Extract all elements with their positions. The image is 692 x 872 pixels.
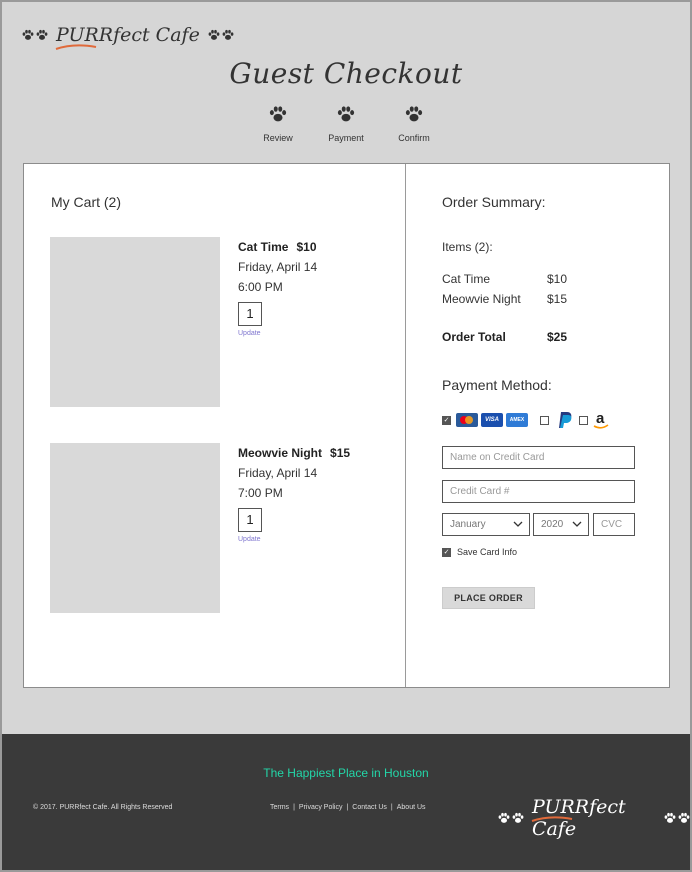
item-time: 7:00 PM	[238, 486, 283, 500]
summary-line: Cat Time $10	[442, 272, 642, 286]
footer-link-contact[interactable]: Contact Us	[352, 804, 387, 811]
paw-prints-icon	[208, 29, 234, 41]
paypal-checkbox[interactable]	[540, 415, 549, 425]
cart-item: Cat Time $10 Friday, April 14 6:00 PM 1 U…	[50, 237, 390, 407]
panel-divider	[405, 164, 406, 687]
summary-title: Order Summary:	[442, 194, 546, 210]
svg-text:a: a	[596, 410, 605, 427]
step-label: Review	[263, 133, 293, 143]
month-value: January	[450, 519, 486, 530]
quantity-input[interactable]: 1	[238, 302, 262, 326]
payment-title: Payment Method:	[442, 377, 552, 393]
order-summary: Order Summary: Items (2): Cat Time $10 M…	[442, 194, 642, 344]
item-date: Friday, April 14	[238, 260, 318, 274]
order-total: Order Total $25	[442, 330, 642, 344]
item-image	[50, 237, 220, 407]
update-link[interactable]: Update	[238, 536, 350, 543]
logo-swoosh	[531, 816, 573, 822]
payment-methods: ✓ VISA AMEX a	[442, 410, 610, 430]
year-select[interactable]: 2020	[533, 513, 589, 536]
footer-link-about[interactable]: About Us	[397, 804, 426, 811]
checkout-steps: Review Payment Confirm	[2, 105, 690, 143]
name-on-card-input[interactable]: Name on Credit Card	[442, 446, 635, 469]
page-title: Guest Checkout	[229, 57, 463, 90]
amazon-icon: a	[593, 410, 609, 429]
cart-title: My Cart (2)	[51, 194, 121, 210]
item-image	[50, 443, 220, 613]
line-price: $15	[547, 292, 568, 306]
summary-line: Meowvie Night $15	[442, 292, 642, 306]
line-price: $10	[547, 272, 568, 286]
footer-logo[interactable]: PURRfect Cafe	[498, 796, 690, 840]
visa-icon: VISA	[481, 413, 503, 427]
item-name: Cat Time	[238, 240, 289, 254]
update-link[interactable]: Update	[238, 330, 317, 337]
item-date: Friday, April 14	[238, 466, 318, 480]
line-name: Cat Time	[442, 272, 491, 286]
footer-link-privacy[interactable]: Privacy Policy	[299, 804, 343, 811]
logo-swoosh	[55, 44, 97, 50]
line-name: Meowvie Night	[442, 292, 521, 306]
copyright: © 2017. PURRfect Cafe. All Rights Reserv…	[33, 804, 173, 811]
paw-icon	[405, 105, 423, 123]
items-count: Items (2):	[442, 240, 493, 254]
amazon-checkbox[interactable]	[579, 415, 588, 425]
paw-prints-icon	[664, 812, 690, 824]
footer: The Happiest Place in Houston © 2017. PU…	[2, 734, 690, 870]
save-card-checkbox[interactable]: ✓	[442, 547, 451, 557]
paw-prints-icon	[22, 29, 48, 41]
save-card-row: ✓ Save Card Info	[442, 547, 517, 557]
place-order-button[interactable]: PLACE ORDER	[442, 587, 535, 609]
step-payment[interactable]: Payment	[327, 105, 365, 143]
step-label: Payment	[328, 133, 364, 143]
total-value: $25	[547, 330, 568, 344]
footer-links: Terms | Privacy Policy | Contact Us | Ab…	[270, 804, 426, 811]
save-card-label: Save Card Info	[457, 547, 518, 557]
cvc-input[interactable]: CVC	[593, 513, 635, 536]
footer-link-terms[interactable]: Terms	[270, 804, 289, 811]
year-value: 2020	[541, 519, 564, 530]
link-separator: |	[390, 804, 393, 811]
paypal-icon	[559, 412, 572, 428]
item-price: $15	[330, 446, 351, 460]
paw-prints-icon	[498, 812, 524, 824]
item-time: 6:00 PM	[238, 280, 283, 294]
step-review[interactable]: Review	[259, 105, 297, 143]
amex-icon: AMEX	[506, 413, 528, 427]
paw-icon	[337, 105, 355, 123]
cart-item: Meowvie Night $15 Friday, April 14 7:00 P…	[50, 443, 390, 613]
total-label: Order Total	[442, 330, 506, 344]
card-checkbox[interactable]: ✓	[442, 415, 451, 425]
item-name: Meowvie Night	[238, 446, 323, 460]
credit-card-input[interactable]: Credit Card #	[442, 480, 635, 503]
mastercard-icon	[456, 413, 478, 427]
item-price: $10	[296, 240, 317, 254]
quantity-input[interactable]: 1	[238, 508, 262, 532]
paw-icon	[269, 105, 287, 123]
link-separator: |	[346, 804, 349, 811]
step-label: Confirm	[398, 133, 430, 143]
chevron-down-icon	[572, 521, 582, 527]
link-separator: |	[293, 804, 295, 811]
checkout-panel: My Cart (2) Cat Time $10 Friday, April 14…	[23, 163, 670, 688]
footer-tagline: The Happiest Place in Houston	[263, 766, 429, 780]
month-select[interactable]: January	[442, 513, 530, 536]
step-confirm[interactable]: Confirm	[395, 105, 433, 143]
chevron-down-icon	[513, 521, 523, 527]
